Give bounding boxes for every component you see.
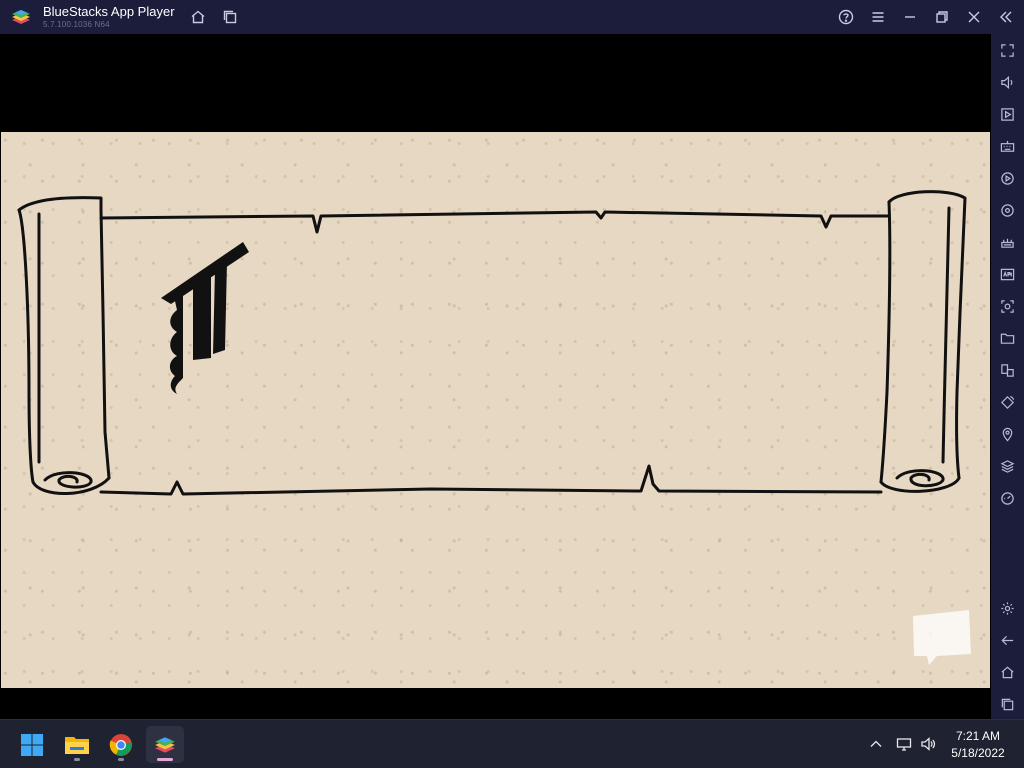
- location-icon[interactable]: [997, 424, 1017, 444]
- help-icon[interactable]: [836, 7, 856, 27]
- rotate-icon[interactable]: [997, 392, 1017, 412]
- fullscreen-icon[interactable]: [997, 40, 1017, 60]
- settings-icon[interactable]: [997, 598, 1017, 618]
- back-icon[interactable]: [997, 630, 1017, 650]
- speaker-icon[interactable]: [918, 734, 938, 754]
- taskbar: 7:21 AM 5/18/2022: [0, 719, 1024, 768]
- right-sidebar: [991, 34, 1024, 719]
- chrome-icon[interactable]: [102, 726, 140, 763]
- restore-icon[interactable]: [932, 7, 952, 27]
- title-bar: BlueStacks App Player 5.7.100.1036 N64: [0, 0, 1024, 34]
- apk-install-icon[interactable]: [997, 264, 1017, 284]
- performance-icon[interactable]: [997, 488, 1017, 508]
- screenshot-icon[interactable]: [997, 296, 1017, 316]
- home-icon[interactable]: [188, 7, 208, 27]
- recent-apps-icon[interactable]: [997, 694, 1017, 714]
- running-indicator: [118, 758, 124, 761]
- home-icon[interactable]: [997, 662, 1017, 682]
- file-explorer-icon[interactable]: [58, 726, 96, 763]
- menu-icon[interactable]: [868, 7, 888, 27]
- volume-icon[interactable]: [997, 72, 1017, 92]
- layers-icon[interactable]: [997, 456, 1017, 476]
- game-viewport[interactable]: [0, 34, 991, 719]
- minimize-icon[interactable]: [900, 7, 920, 27]
- running-indicator: [157, 758, 173, 761]
- collapse-sidebar-icon[interactable]: [996, 7, 1016, 27]
- parchment-scroll-illustration: [17, 190, 967, 496]
- bluestacks-logo-icon: [10, 6, 32, 28]
- clock-time: 7:21 AM: [955, 729, 1001, 743]
- app-title: BlueStacks App Player: [43, 4, 175, 19]
- media-manager-icon[interactable]: [997, 104, 1017, 124]
- windows-start-icon[interactable]: [13, 726, 51, 763]
- taskbar-clock[interactable]: 7:21 AM 5/18/2022: [938, 728, 1018, 762]
- network-icon[interactable]: [894, 734, 914, 754]
- sync-icon[interactable]: [997, 200, 1017, 220]
- game-controls-icon[interactable]: [997, 232, 1017, 252]
- bluestacks-icon[interactable]: [146, 726, 184, 763]
- folder-icon[interactable]: [997, 328, 1017, 348]
- clock-date: 5/18/2022: [951, 746, 1005, 760]
- game-screen[interactable]: [1, 132, 990, 688]
- keyboard-controls-icon[interactable]: [997, 136, 1017, 156]
- running-indicator: [74, 758, 80, 761]
- app-version: 5.7.100.1036 N64: [43, 20, 110, 29]
- show-hidden-icons-icon[interactable]: [866, 734, 886, 754]
- close-icon[interactable]: [964, 7, 984, 27]
- dialogue-bubble-icon[interactable]: [911, 610, 973, 665]
- multi-instance-icon[interactable]: [220, 7, 240, 27]
- multi-instance-manager-icon[interactable]: [997, 360, 1017, 380]
- macro-recorder-icon[interactable]: [997, 168, 1017, 188]
